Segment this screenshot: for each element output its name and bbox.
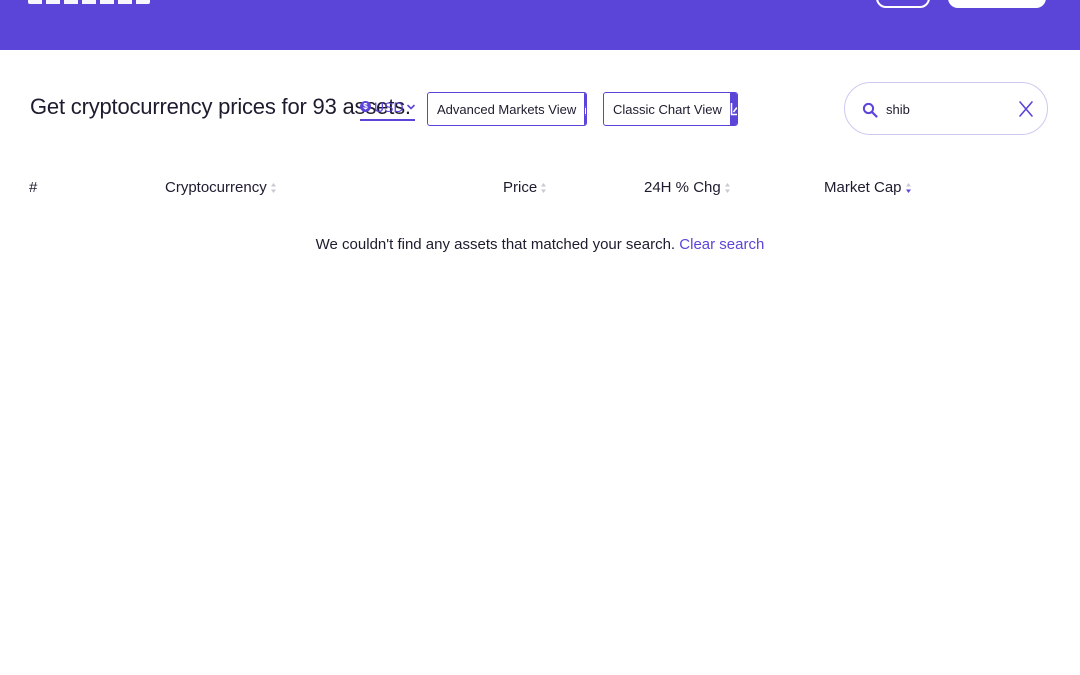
sort-icon <box>270 182 276 193</box>
column-header-price[interactable]: Price <box>503 179 547 196</box>
column-header-rank: # <box>29 179 37 196</box>
line-chart-icon-box <box>729 93 737 125</box>
column-header-rank-label: # <box>29 179 38 196</box>
sort-icon <box>541 182 547 193</box>
column-header-market-cap-label: Market Cap <box>824 179 902 196</box>
candlestick-icon <box>585 108 586 114</box>
sort-icon <box>724 182 730 193</box>
column-header-price-label: Price <box>503 179 538 196</box>
signup-button[interactable] <box>948 0 1046 8</box>
page-headline: Get cryptocurrency prices for 93 assets. <box>30 94 411 119</box>
column-header-24h-change[interactable]: 24H % Chg <box>644 179 731 196</box>
column-header-market-cap[interactable]: Market Cap <box>824 179 912 196</box>
line-chart-icon <box>730 103 737 116</box>
top-nav-bar <box>0 0 1080 50</box>
empty-state-message: We couldn't find any assets that matched… <box>315 236 676 253</box>
empty-search-results: We couldn't find any assets that matched… <box>0 236 1080 253</box>
search-input[interactable] <box>886 99 1006 120</box>
brand-logo[interactable] <box>28 0 150 4</box>
candlestick-icon-box <box>584 93 586 125</box>
chevron-down-icon <box>406 104 415 109</box>
sort-descending-icon <box>905 182 911 193</box>
column-header-24h-change-label: 24H % Chg <box>644 179 721 196</box>
close-icon[interactable] <box>1016 99 1036 119</box>
column-header-cryptocurrency-label: Cryptocurrency <box>165 179 267 196</box>
clear-search-link[interactable]: Clear search <box>679 236 764 253</box>
asset-search-box[interactable] <box>844 82 1048 135</box>
dollar-coin-icon: $ <box>360 101 371 112</box>
advanced-markets-view-label: Advanced Markets View <box>437 101 577 117</box>
currency-label: USD <box>374 98 404 115</box>
classic-chart-view-label: Classic Chart View <box>613 101 722 117</box>
classic-chart-view-button[interactable]: Classic Chart View <box>603 92 738 126</box>
search-icon <box>862 102 878 118</box>
advanced-markets-view-button[interactable]: Advanced Markets View <box>427 92 587 126</box>
login-button[interactable] <box>876 0 930 8</box>
currency-selector[interactable]: $ USD <box>360 96 415 121</box>
column-header-cryptocurrency[interactable]: Cryptocurrency <box>165 179 277 196</box>
